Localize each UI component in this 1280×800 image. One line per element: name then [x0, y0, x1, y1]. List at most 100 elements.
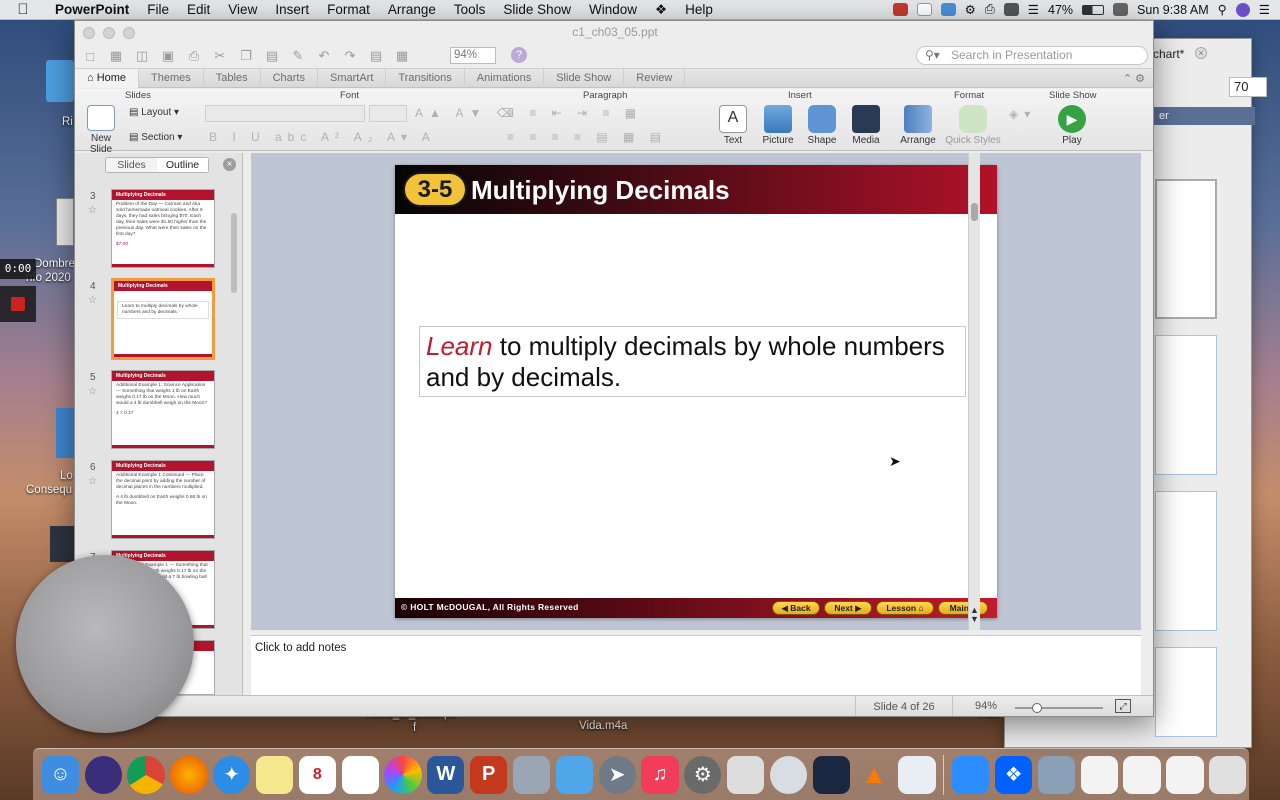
desktop-image-icon[interactable]	[50, 526, 74, 562]
siri-icon[interactable]	[1235, 2, 1250, 17]
user-icon[interactable]	[1113, 3, 1129, 16]
zoom-slider-knob[interactable]	[1032, 703, 1042, 713]
slide-text-box[interactable]: Learn to multiply decimals by whole numb…	[419, 326, 966, 397]
notes-placeholder[interactable]: Click to add notes	[255, 642, 346, 654]
image-capture-icon[interactable]	[1037, 755, 1076, 794]
safari-icon[interactable]: ✦	[213, 755, 251, 794]
music-icon[interactable]: ♫	[641, 755, 679, 794]
battery-percent[interactable]: 47%	[1048, 3, 1073, 17]
search-input[interactable]: ⚲▾ Search in Presentation	[916, 46, 1148, 65]
close-status-icon[interactable]	[916, 3, 932, 16]
status-app-icon[interactable]	[892, 3, 908, 16]
notes-pane[interactable]: Click to add notes	[251, 635, 1141, 695]
bg-zoom-field[interactable]: 70	[1229, 77, 1267, 97]
wifi-icon[interactable]: ☰	[1028, 2, 1039, 17]
notes-icon[interactable]	[255, 755, 294, 794]
ribbon-collapse-icon[interactable]: ⌃ ⚙	[1123, 72, 1153, 85]
desktop-folder-icon[interactable]	[46, 60, 74, 102]
window-thumbnail-icon[interactable]	[1166, 755, 1204, 794]
lesson-button[interactable]: Lesson ⌂	[876, 601, 934, 615]
puzzle-app-icon[interactable]	[898, 755, 936, 794]
gallery-icon[interactable]: ▦	[391, 47, 413, 65]
disk-icon[interactable]	[769, 755, 808, 794]
notification-center-icon[interactable]: ☰	[1259, 2, 1270, 17]
undo-icon[interactable]: ↶	[313, 47, 335, 65]
redo-icon[interactable]: ↷	[339, 47, 361, 65]
screen-record-icon[interactable]	[940, 3, 956, 16]
arrange-button[interactable]: Arrange	[897, 105, 939, 146]
vlc-icon[interactable]: ▲	[856, 756, 893, 794]
firefox-icon[interactable]	[170, 755, 208, 794]
stop-recording-button[interactable]	[0, 286, 36, 322]
play-button[interactable]: ▶ Play	[1053, 105, 1091, 146]
tab-transitions[interactable]: Transitions	[386, 68, 465, 88]
spotlight-icon[interactable]: ⚲	[1218, 2, 1227, 17]
format-painter-icon[interactable]: ✎	[287, 47, 309, 65]
dropbox-icon[interactable]: ❖	[995, 755, 1033, 794]
prev-next-slide-icon[interactable]: ▲ ▼	[970, 606, 979, 624]
script-icon[interactable]: ❖	[646, 2, 676, 18]
screenshot-icon[interactable]	[727, 755, 765, 794]
quick-styles-button[interactable]: Quick Styles	[943, 105, 1003, 146]
textedit-icon[interactable]	[555, 755, 593, 794]
scroll-thumb[interactable]	[971, 203, 978, 221]
finder-icon[interactable]: ☺	[41, 755, 80, 794]
desktop-label[interactable]: Consequ	[26, 484, 72, 496]
new-slide-button[interactable]: New Slide	[79, 105, 123, 155]
media-button[interactable]: Media	[847, 105, 885, 146]
tab-outline-pane[interactable]: Outline	[157, 158, 208, 172]
airplay-icon[interactable]	[1003, 3, 1019, 16]
powerpoint-icon[interactable]: P	[470, 755, 508, 794]
toolbar-zoom-field[interactable]: 94%	[450, 47, 496, 64]
apple-icon[interactable]: 	[0, 1, 46, 18]
tab-tables[interactable]: Tables	[204, 68, 261, 88]
launchpad-icon[interactable]: ➤	[598, 755, 636, 794]
cut-icon[interactable]: ✂	[209, 47, 231, 65]
siri-dock-icon[interactable]	[84, 755, 122, 794]
desktop-doc-icon[interactable]	[56, 408, 74, 458]
section-button[interactable]: ▤ Section ▾	[129, 132, 182, 143]
font-size-field[interactable]	[369, 105, 407, 122]
align-icons[interactable]: ≡ ≡ ≡ ≡ ▤ ▦ ▤	[507, 130, 667, 144]
slide-thumbnail[interactable]: Multiplying Decimals Problem of the Day …	[111, 189, 215, 268]
menu-arrange[interactable]: Arrange	[379, 2, 445, 17]
close-tab-icon[interactable]: ×	[1195, 47, 1207, 59]
canvas-scrollbar[interactable]: ▲ ▼	[968, 153, 980, 630]
menu-tools[interactable]: Tools	[445, 2, 495, 17]
close-pane-icon[interactable]: ×	[223, 158, 236, 171]
pane-toggle[interactable]: Slides Outline	[105, 157, 209, 173]
slide-thumbnail-selected[interactable]: Multiplying Decimals Learn to multiply d…	[111, 278, 215, 360]
view-icon[interactable]: ▤	[365, 47, 387, 65]
desktop-label[interactable]: Lo	[60, 470, 73, 482]
open-icon[interactable]: ◫	[131, 47, 153, 65]
menu-file[interactable]: File	[138, 2, 178, 17]
font-size-icons[interactable]: A▲ A▼ ⌫	[415, 106, 520, 120]
menu-edit[interactable]: Edit	[178, 2, 219, 17]
shape-button[interactable]: Shape	[803, 105, 841, 146]
help-icon[interactable]: ?	[511, 47, 527, 63]
menu-window[interactable]: Window	[580, 2, 646, 17]
printer-icon[interactable]: ⎙	[985, 2, 995, 17]
photos-icon[interactable]	[384, 755, 422, 794]
slide-thumbnail[interactable]: Multiplying Decimals Additional Example …	[111, 460, 215, 539]
tab-review[interactable]: Review	[624, 68, 686, 88]
desktop-file-icon[interactable]	[56, 198, 74, 246]
slide-title[interactable]: Multiplying Decimals	[471, 175, 730, 206]
menu-insert[interactable]: Insert	[266, 2, 318, 17]
tab-charts[interactable]: Charts	[261, 68, 318, 88]
templates-icon[interactable]: ▦	[105, 47, 127, 65]
layout-button[interactable]: ▤ Layout ▾	[129, 107, 179, 118]
desktop-label[interactable]: f	[413, 722, 416, 734]
font-name-field[interactable]	[205, 105, 365, 122]
paste-icon[interactable]: ▤	[261, 47, 283, 65]
system-preferences-icon[interactable]: ⚙	[684, 755, 722, 794]
reminders-icon[interactable]	[341, 755, 379, 794]
preview-icon[interactable]	[512, 755, 551, 794]
picture-button[interactable]: Picture	[757, 105, 799, 146]
word-icon[interactable]: W	[427, 755, 465, 794]
slide-canvas[interactable]: 3-5 Multiplying Decimals Learn to multip…	[251, 153, 1141, 630]
zoom-slider[interactable]	[1015, 703, 1103, 713]
pane-scrollbar[interactable]	[231, 213, 237, 293]
desktop-label[interactable]: Dombre	[34, 258, 75, 270]
window-thumbnail-icon[interactable]	[1080, 755, 1118, 794]
